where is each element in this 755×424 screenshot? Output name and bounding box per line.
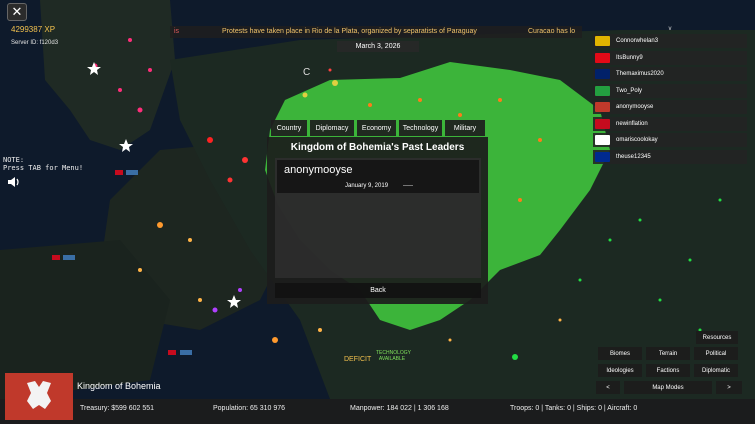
leader-name: anonymooyse [284, 164, 353, 176]
tab-economy[interactable]: Economy [357, 120, 396, 136]
deficit-indicator[interactable]: DEFICIT [344, 356, 371, 363]
tab-military[interactable]: Military [445, 120, 485, 136]
server-id: Server ID: f120d3 [11, 40, 59, 46]
player-flag-icon [595, 151, 610, 162]
mapmode-ideologies[interactable]: Ideologies [598, 364, 642, 377]
player-name: anonymooyse [616, 104, 654, 110]
mapmode-next-button[interactable]: > [716, 381, 742, 394]
leaders-list[interactable]: anonymooyse January 9, 2019 ----- [275, 158, 481, 278]
player-list-toggle[interactable]: v [593, 26, 747, 32]
leader-end-date: ----- [403, 183, 413, 189]
player-row[interactable]: Connorwhelan3 [593, 34, 747, 48]
note-line-2: Press TAB for Menu! [3, 164, 84, 172]
mapmode-biomes[interactable]: Biomes [598, 347, 642, 360]
mapmode-terrain[interactable]: Terrain [646, 347, 690, 360]
back-button[interactable]: Back [275, 283, 481, 298]
dialog-title: Kingdom of Bohemia's Past Leaders [290, 142, 465, 153]
mapmode-label: Map Modes [624, 381, 712, 394]
player-row[interactable]: omariscoolokay [593, 133, 747, 147]
leader-start-date: January 9, 2019 [345, 183, 389, 189]
country-flag[interactable] [5, 373, 73, 420]
past-leaders-dialog: Kingdom of Bohemia's Past Leaders anonym… [267, 137, 488, 304]
ticker-right-fragment: Curacao has lo [528, 28, 576, 35]
player-row[interactable]: Two_Poly [593, 83, 747, 98]
country-name: Kingdom of Bohemia [77, 381, 161, 391]
ticker-headline: Protests have taken place in Rio de la P… [222, 28, 477, 35]
game-date: March 3, 2026 [337, 41, 419, 52]
player-flag-icon [595, 102, 610, 112]
ticker-left-fragment: is [174, 28, 180, 35]
player-row[interactable]: anonymooyse [593, 100, 747, 114]
player-row[interactable]: theuse12345 [593, 149, 747, 164]
player-flag-icon [595, 118, 610, 129]
player-flag-icon [595, 69, 610, 79]
tab-country[interactable]: Country [271, 120, 307, 136]
player-row[interactable]: Themaximus2020 [593, 67, 747, 81]
speaker-icon[interactable] [7, 176, 21, 188]
map-marker-c: C [303, 67, 311, 78]
mapmode-diplomatic[interactable]: Diplomatic [694, 364, 738, 377]
tab-technology[interactable]: Technology [399, 120, 442, 136]
player-name: Connorwhelan3 [616, 38, 659, 44]
player-name: Themaximus2020 [616, 71, 664, 77]
population-stat: Population: 65 310 976 [213, 405, 286, 412]
military-stat: Troops: 0 | Tanks: 0 | Ships: 0 | Aircra… [510, 405, 638, 412]
player-flag-icon [595, 85, 610, 96]
tab-diplomacy[interactable]: Diplomacy [310, 120, 354, 136]
mapmode-factions[interactable]: Factions [646, 364, 690, 377]
xp-counter: 4299387 XP [11, 25, 56, 34]
player-name: omariscoolokay [616, 137, 658, 143]
player-row[interactable]: ItsBunny9 [593, 50, 747, 65]
mapmode-prev-button[interactable]: < [596, 381, 620, 394]
mapmode-political[interactable]: Political [694, 347, 738, 360]
player-name: theuse12345 [616, 153, 651, 160]
news-ticker: is Protests have taken place in Rio de l… [170, 26, 582, 38]
player-row[interactable]: newinflation [593, 116, 747, 131]
menu-note: NOTE: Press TAB for Menu! [3, 156, 83, 172]
close-button[interactable]: ✕ [7, 3, 27, 21]
player-name: Two_Poly [616, 87, 643, 94]
treasury-stat: Treasury: $599 602 551 [80, 405, 155, 412]
technology-available-indicator[interactable]: TECHNOLOGY AVAILABLE [376, 350, 411, 362]
player-name: newinflation [616, 120, 648, 127]
manpower-stat: Manpower: 184 022 | 1 306 168 [350, 405, 449, 412]
player-flag-icon [595, 52, 610, 63]
close-icon: ✕ [11, 4, 23, 19]
note-line-1: NOTE: [3, 156, 25, 164]
leader-row: anonymooyse January 9, 2019 ----- [277, 160, 479, 193]
player-flag-icon [595, 36, 610, 46]
country-tabs: Country Diplomacy Economy Technology Mil… [271, 120, 487, 136]
player-flag-icon [595, 135, 610, 145]
mapmode-resources[interactable]: Resources [696, 331, 738, 344]
player-name: ItsBunny9 [616, 54, 643, 61]
player-list: v Connorwhelan3 ItsBunny9 Themaximus2020 Tw… [593, 26, 747, 166]
